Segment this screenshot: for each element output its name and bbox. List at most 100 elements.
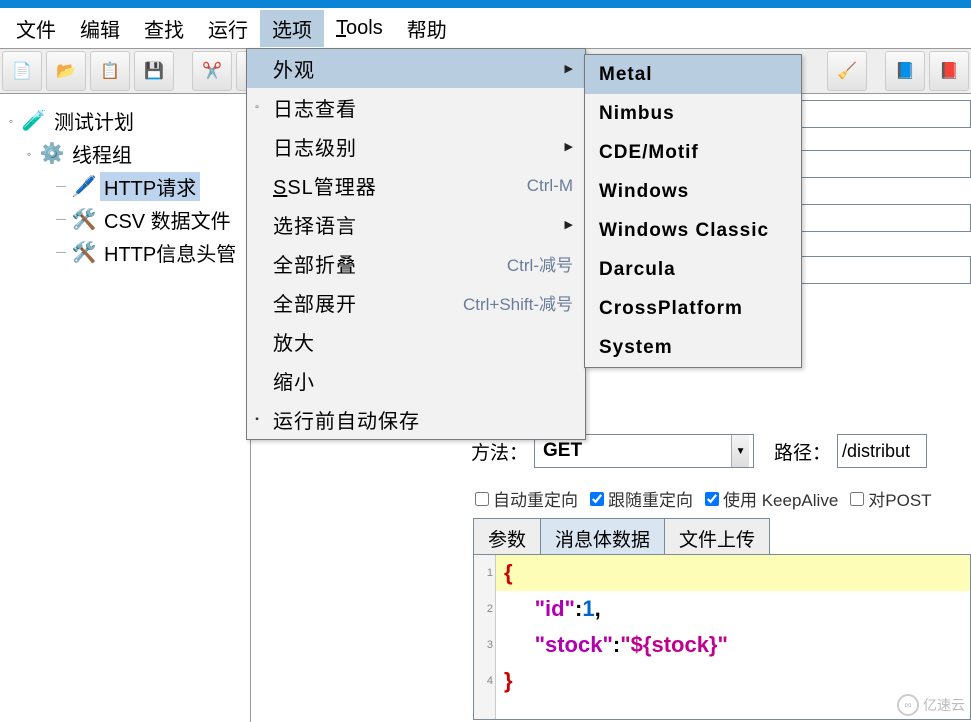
- watermark-text: 亿速云: [923, 695, 965, 715]
- checkbox-icon[interactable]: [705, 492, 719, 506]
- laf-system[interactable]: System: [585, 328, 801, 367]
- checkbox-icon[interactable]: [475, 492, 489, 506]
- toolbar-open-template[interactable]: 📂: [46, 51, 86, 91]
- clipboard-icon: 📋: [100, 61, 120, 81]
- toolbar-cut[interactable]: ✂️: [192, 51, 232, 91]
- path-label: 路径：: [774, 438, 831, 465]
- check-follow-redirect[interactable]: 跟随重定向: [590, 486, 693, 511]
- scissors-icon: ✂️: [202, 61, 222, 81]
- check-slot: ▫: [251, 102, 263, 113]
- line-number: 2: [474, 591, 493, 627]
- checkbox-icon[interactable]: [850, 492, 864, 506]
- menu-ssl-manager[interactable]: SSL管理器 Ctrl-M: [247, 166, 585, 205]
- code-line: {: [496, 555, 970, 591]
- flask-icon: 🧪: [22, 109, 46, 133]
- toolbar-clean[interactable]: 🧹: [827, 51, 867, 91]
- expand-toggle-icon[interactable]: ◦: [22, 147, 36, 161]
- tree-http-header[interactable]: — 🛠️ HTTP信息头管: [4, 236, 246, 269]
- window-title-bar: [0, 0, 971, 8]
- tree-http-request[interactable]: — 🖊️ HTTP请求: [4, 170, 246, 203]
- branch-icon: —: [56, 247, 66, 258]
- tree-csv-data[interactable]: — 🛠️ CSV 数据文件: [4, 203, 246, 236]
- broom-icon: 🧹: [837, 61, 857, 81]
- chevron-right-icon: ▶: [565, 140, 573, 153]
- book-icon: 📘: [895, 61, 915, 81]
- chevron-right-icon: ▶: [565, 218, 573, 231]
- laf-cde-motif[interactable]: CDE/Motif: [585, 133, 801, 172]
- menu-choose-language[interactable]: 选择语言 ▶: [247, 205, 585, 244]
- tree-label: 测试计划: [50, 106, 138, 135]
- wrench-icon: 🛠️: [72, 241, 96, 265]
- toolbar-save[interactable]: 💾: [134, 51, 174, 91]
- dropper-icon: 🖊️: [72, 175, 96, 199]
- watermark: ∞ 亿速云: [897, 694, 965, 716]
- menu-collapse-all[interactable]: 全部折叠 Ctrl-减号: [247, 244, 585, 283]
- shortcut: Ctrl-M: [497, 176, 573, 196]
- check-keepalive[interactable]: 使用 KeepAlive: [705, 486, 838, 511]
- wrench-icon: 🛠️: [72, 208, 96, 232]
- chevron-right-icon: ▶: [565, 62, 573, 75]
- menu-look-and-feel[interactable]: 外观 ▶: [247, 49, 585, 88]
- check-slot: ▪: [251, 414, 263, 425]
- menu-search[interactable]: 查找: [132, 10, 196, 47]
- file-icon: 📄: [12, 61, 32, 81]
- toolbar-clipboard[interactable]: 📋: [90, 51, 130, 91]
- shortcut: Ctrl+Shift-减号: [433, 290, 573, 315]
- code-lines: { "id":1, "stock":"${stock}" }: [496, 555, 970, 699]
- laf-crossplatform[interactable]: CrossPlatform: [585, 289, 801, 328]
- laf-darcula[interactable]: Darcula: [585, 250, 801, 289]
- tree-label: HTTP信息头管: [100, 238, 240, 267]
- tab-upload[interactable]: 文件上传: [664, 518, 770, 558]
- tab-params[interactable]: 参数: [473, 518, 541, 558]
- tree-label: 线程组: [68, 139, 136, 168]
- watermark-icon: ∞: [897, 694, 919, 716]
- tree-label: HTTP请求: [100, 172, 200, 201]
- save-icon: 💾: [144, 61, 164, 81]
- menu-tools[interactable]: Tools: [324, 13, 395, 44]
- tree-panel: ◦ 🧪 测试计划 ◦ ⚙️ 线程组 — 🖊️ HTTP请求 — 🛠️ CSV 数…: [0, 94, 250, 722]
- tree-thread-group[interactable]: ◦ ⚙️ 线程组: [4, 137, 246, 170]
- look-and-feel-submenu: Metal Nimbus CDE/Motif Windows Windows C…: [584, 54, 802, 368]
- menu-help[interactable]: 帮助: [395, 10, 459, 47]
- tree-label: CSV 数据文件: [100, 205, 235, 234]
- menu-autosave[interactable]: ▪ 运行前自动保存: [247, 400, 585, 439]
- options-menu: 外观 ▶ ▫ 日志查看 日志级别 ▶ SSL管理器 Ctrl-M 选择语言 ▶ …: [246, 48, 586, 440]
- checkbox-row: 自动重定向 跟随重定向 使用 KeepAlive 对POST: [475, 486, 932, 511]
- path-value: /distribut: [842, 441, 910, 462]
- expand-toggle-icon[interactable]: ◦: [4, 114, 18, 128]
- menu-log-viewer[interactable]: ▫ 日志查看: [247, 88, 585, 127]
- tree-test-plan[interactable]: ◦ 🧪 测试计划: [4, 104, 246, 137]
- tab-body[interactable]: 消息体数据: [540, 518, 665, 558]
- menu-zoom-in[interactable]: 放大: [247, 322, 585, 361]
- menu-edit[interactable]: 编辑: [68, 10, 132, 47]
- method-label: 方法：: [471, 438, 528, 465]
- body-tabs: 参数 消息体数据 文件上传: [473, 518, 769, 558]
- laf-windows[interactable]: Windows: [585, 172, 801, 211]
- menu-log-level[interactable]: 日志级别 ▶: [247, 127, 585, 166]
- path-input[interactable]: /distribut: [837, 434, 927, 468]
- gear-icon: ⚙️: [40, 142, 64, 166]
- menu-expand-all[interactable]: 全部展开 Ctrl+Shift-减号: [247, 283, 585, 322]
- toolbar-new[interactable]: 📄: [2, 51, 42, 91]
- method-value: GET: [543, 440, 582, 462]
- line-gutter: 1 2 3 4: [474, 555, 496, 719]
- code-line: "stock":"${stock}": [496, 627, 970, 663]
- menu-file[interactable]: 文件: [4, 10, 68, 47]
- menubar: 文件 编辑 查找 运行 选项 Tools 帮助: [0, 8, 971, 48]
- line-number: 3: [474, 627, 493, 663]
- toolbar-book[interactable]: 📘: [885, 51, 925, 91]
- toolbar-help[interactable]: 📕: [929, 51, 969, 91]
- menu-zoom-out[interactable]: 缩小: [247, 361, 585, 400]
- help-icon: 📕: [939, 61, 959, 81]
- branch-icon: —: [56, 214, 66, 225]
- menu-run[interactable]: 运行: [196, 10, 260, 47]
- menu-options[interactable]: 选项: [260, 10, 324, 47]
- chevron-down-icon[interactable]: ▼: [731, 435, 749, 467]
- code-line: "id":1,: [496, 591, 970, 627]
- checkbox-icon[interactable]: [590, 492, 604, 506]
- check-auto-redirect[interactable]: 自动重定向: [475, 486, 578, 511]
- check-post[interactable]: 对POST: [850, 486, 931, 511]
- laf-windows-classic[interactable]: Windows Classic: [585, 211, 801, 250]
- laf-metal[interactable]: Metal: [585, 55, 801, 94]
- laf-nimbus[interactable]: Nimbus: [585, 94, 801, 133]
